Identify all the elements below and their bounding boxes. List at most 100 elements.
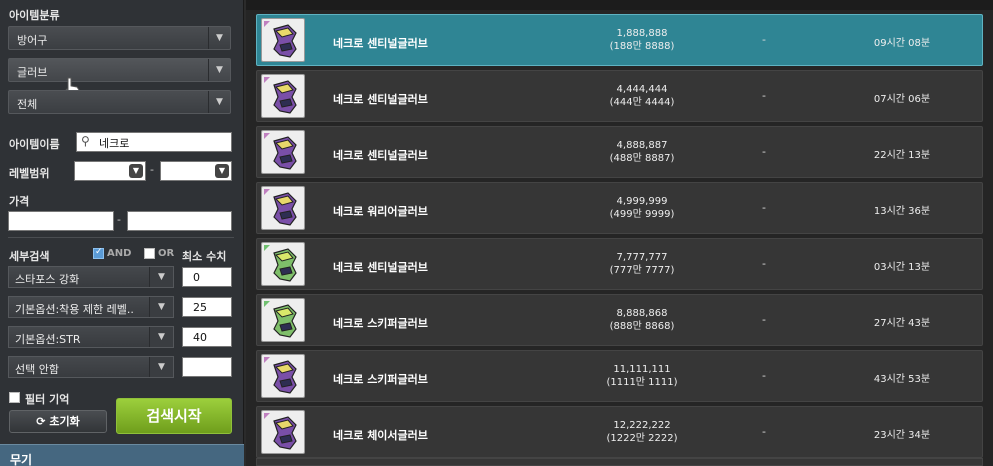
item-remaining-time: 09시간 08분	[873, 38, 931, 49]
filter-memory-checkbox[interactable]	[9, 392, 20, 403]
purple-glove-icon	[261, 74, 305, 118]
item-price: 1,888,888 (188만 8888)	[567, 27, 717, 53]
list-header	[246, 0, 993, 10]
item-remaining-time: 23시간 34분	[873, 430, 931, 441]
item-name: 네크로 센티널글러브	[333, 261, 428, 274]
category-label: 아이템분류	[9, 9, 60, 22]
category-dropdown-3[interactable]: 전체 ▼	[8, 90, 231, 114]
item-price-main: 11,111,111	[613, 364, 671, 375]
category-dropdown-1[interactable]: 방어구 ▼	[8, 26, 231, 50]
option-dropdown-1-label: 스타포스 강화	[15, 273, 80, 286]
weapon-category-bar[interactable]: 무기	[0, 444, 244, 466]
item-price: 4,999,999 (499만 9999)	[567, 195, 717, 221]
item-name: 네크로 센티널글러브	[333, 37, 428, 50]
chevron-down-icon: ▼	[149, 327, 173, 347]
chevron-down-icon: ▼	[215, 164, 229, 178]
min-value-label: 최소 수치	[182, 250, 227, 263]
price-max-input[interactable]	[127, 211, 232, 231]
item-remaining-time: 07시간 06분	[873, 94, 931, 105]
next-row-partial	[256, 458, 983, 466]
price-label: 가격	[9, 195, 30, 208]
item-price-sub: (888만 8868)	[609, 321, 675, 332]
and-label: AND	[107, 248, 132, 259]
green-glove-icon	[261, 298, 305, 342]
item-name: 네크로 워리어글러브	[333, 205, 428, 218]
table-row[interactable]: 네크로 스키퍼글러브 8,888,868 (888만 8868) - 27시간 43분	[256, 294, 983, 346]
chevron-down-icon: ▼	[149, 357, 173, 377]
category-dropdown-2[interactable]: 글러브 ▼	[8, 58, 231, 82]
option-value-4[interactable]	[182, 357, 232, 377]
option-dropdown-2-label: 기본옵션:착용 제한 레벨..	[15, 303, 134, 316]
level-min-dropdown[interactable]: ▼	[74, 161, 146, 181]
item-price-sub: (777만 7777)	[609, 265, 675, 276]
item-remaining-time: 13시간 36분	[873, 206, 931, 217]
item-price-main: 4,888,887	[616, 140, 668, 151]
item-price-main: 4,999,999	[616, 196, 668, 207]
option-value-2[interactable]: 25	[182, 297, 232, 317]
purple-glove-icon	[261, 186, 305, 230]
level-max-dropdown[interactable]: ▼	[160, 161, 232, 181]
divider	[8, 237, 234, 238]
level-range-label: 레벨범위	[9, 167, 50, 180]
item-dash: -	[762, 313, 766, 326]
item-name: 네크로 스키퍼글러브	[333, 317, 428, 330]
chevron-down-icon: ▼	[208, 91, 230, 113]
purple-glove-icon	[261, 354, 305, 398]
item-dash: -	[762, 33, 766, 46]
auction-window: 아이템분류 방어구 ▼ 글러브 ▼ 전체 ▼ 아이템이름 ⚲ 네크로 레벨범위 …	[0, 0, 993, 466]
result-list: 네크로 센티널글러브 1,888,888 (188만 8888) -09시간 08분 네…	[246, 0, 993, 466]
search-button[interactable]: 검색시작	[116, 398, 232, 434]
chevron-down-icon: ▼	[149, 297, 173, 317]
price-separator: -	[117, 213, 121, 226]
item-price-sub: (1222만 2222)	[606, 433, 678, 444]
item-price: 12,222,222 (1222만 2222)	[567, 419, 717, 445]
table-row[interactable]: 네크로 스키퍼글러브 11,111,111 (1111만 1111) - 43시간 53…	[256, 350, 983, 402]
purple-glove-icon	[261, 130, 305, 174]
item-name: 네크로 센티널글러브	[333, 149, 428, 162]
table-row[interactable]: 네크로 워리어글러브 4,999,999 (499만 9999) - 13시간 36분	[256, 182, 983, 234]
and-checkbox[interactable]	[93, 247, 104, 259]
item-remaining-time: 22시간 13분	[873, 150, 931, 161]
search-icon: ⚲	[81, 134, 90, 148]
item-name: 네크로 스키퍼글러브	[333, 373, 428, 386]
price-min-input[interactable]	[8, 211, 114, 231]
option-dropdown-4[interactable]: 선택 안함 ▼	[8, 356, 174, 378]
item-price: 7,777,777 (777만 7777)	[567, 251, 717, 277]
item-price-main: 7,777,777	[616, 252, 668, 263]
option-dropdown-1[interactable]: 스타포스 강화 ▼	[8, 266, 174, 288]
purple-glove-icon	[261, 410, 305, 454]
table-row[interactable]: 네크로 체이서글러브 12,222,222 (1222만 2222) - 23시간 34…	[256, 406, 983, 458]
item-price-sub: (1111만 1111)	[606, 377, 678, 388]
or-checkbox[interactable]	[144, 248, 155, 259]
item-name: 네크로 센티널글러브	[333, 93, 428, 106]
item-price: 8,888,868 (888만 8868)	[567, 307, 717, 333]
option-value-3[interactable]: 40	[182, 327, 232, 347]
reset-button[interactable]: ⟳ 초기화	[9, 410, 107, 433]
item-dash: -	[762, 145, 766, 158]
table-row[interactable]: 네크로 센티널글러브 4,444,444 (444만 4444) - 07시간 06분	[256, 70, 983, 122]
item-price-main: 1,888,888	[616, 28, 668, 39]
or-label: OR	[158, 248, 175, 259]
option-dropdown-2[interactable]: 기본옵션:착용 제한 레벨.. ▼	[8, 296, 174, 318]
chevron-down-icon: ▼	[129, 164, 143, 178]
table-row[interactable]: 네크로 센티널글러브 4,888,887 (488만 8887) - 22시간 13분	[256, 126, 983, 178]
category-dropdown-1-value: 방어구	[17, 34, 48, 47]
category-dropdown-2-value: 글러브	[17, 66, 48, 79]
table-row[interactable]: 네크로 센티널글러브 1,888,888 (188만 8888) - 09시간 08분	[256, 14, 983, 66]
option-value-1[interactable]: 0	[182, 267, 232, 287]
item-price-main: 12,222,222	[613, 420, 671, 431]
item-price: 11,111,111 (1111만 1111)	[567, 363, 717, 389]
chevron-down-icon: ▼	[149, 267, 173, 287]
item-name-value: 네크로	[99, 137, 130, 150]
option-dropdown-3[interactable]: 기본옵션:STR ▼	[8, 326, 174, 348]
item-price-main: 8,888,868	[616, 308, 668, 319]
refresh-icon: ⟳	[36, 415, 46, 428]
option-dropdown-4-label: 선택 안함	[15, 363, 59, 376]
table-row[interactable]: 네크로 센티널글러브 7,777,777 (777만 7777) - 03시간 13분	[256, 238, 983, 290]
item-dash: -	[762, 425, 766, 438]
filter-memory-label: 필터 기억	[25, 393, 70, 406]
item-name-input[interactable]: ⚲ 네크로	[76, 132, 232, 152]
item-name-label: 아이템이름	[9, 138, 60, 151]
detail-search-label: 세부검색	[9, 250, 50, 263]
item-price: 4,444,444 (444만 4444)	[567, 83, 717, 109]
